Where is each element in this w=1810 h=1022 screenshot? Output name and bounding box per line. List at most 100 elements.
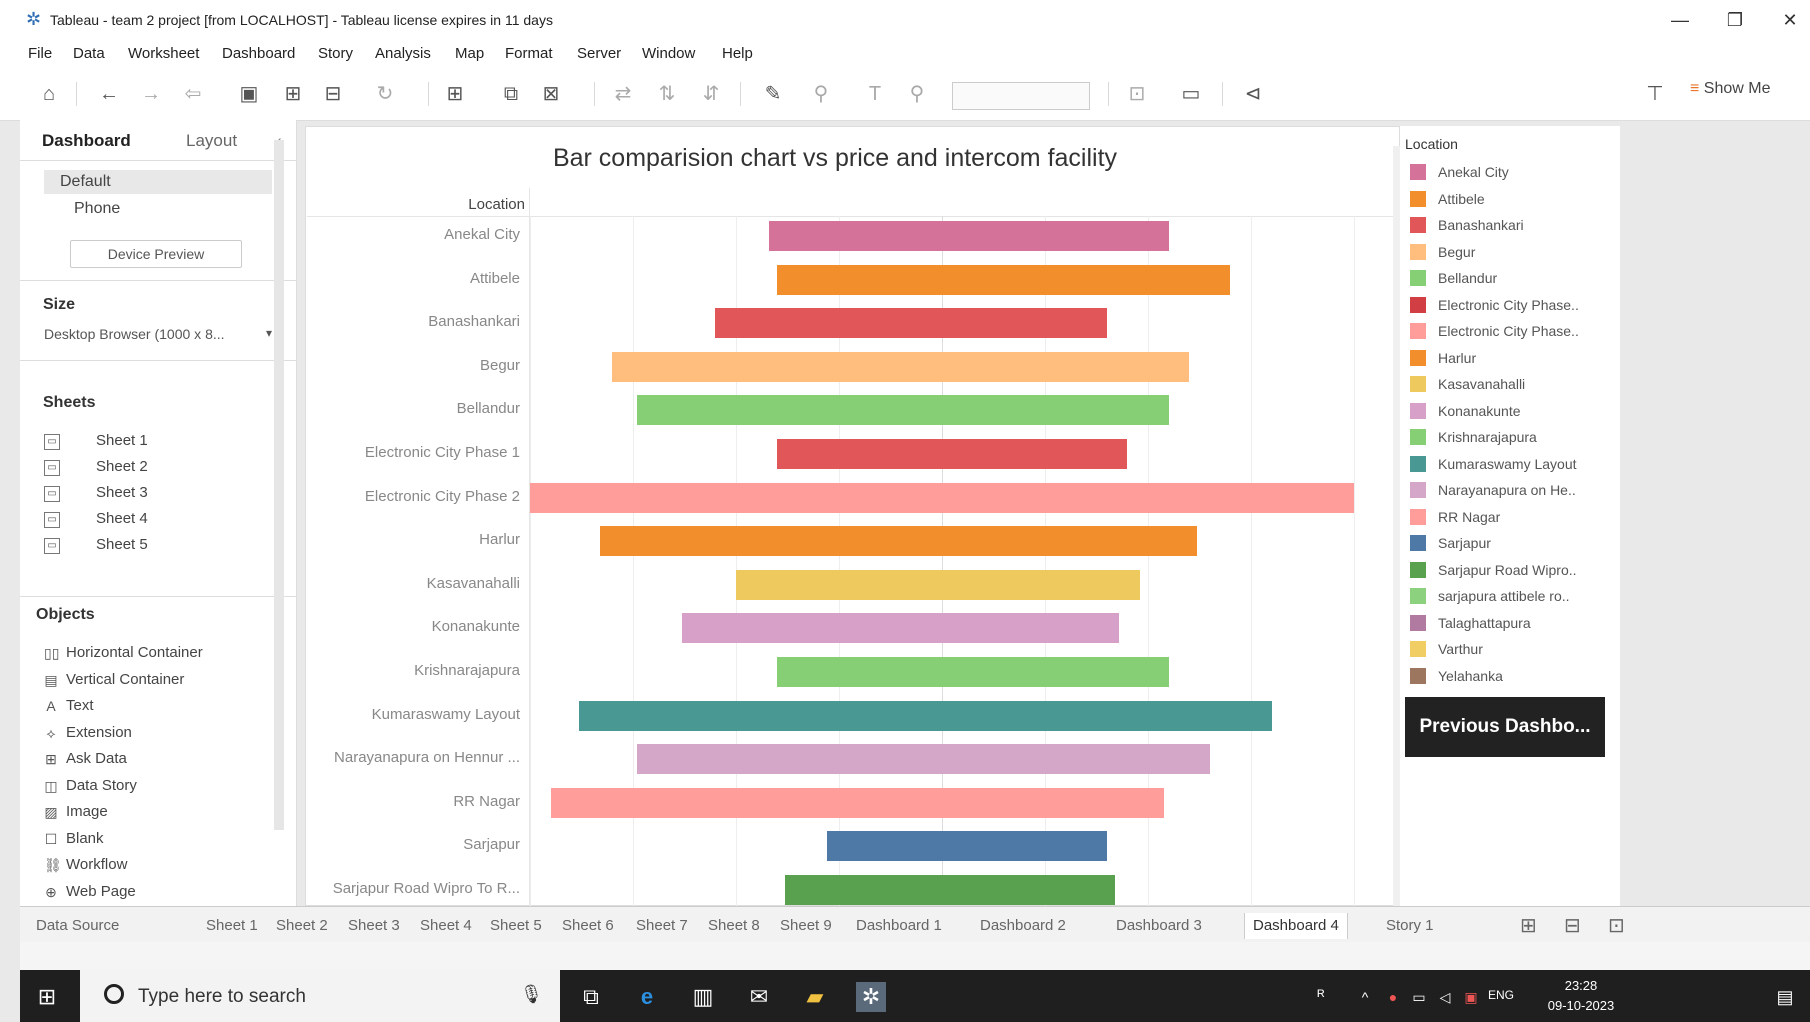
highlight-icon[interactable]: ✎ — [760, 82, 786, 106]
object-item[interactable]: Horizontal Container — [66, 644, 203, 661]
microphone-icon[interactable]: 🎙 — [520, 984, 543, 1005]
sheet-tab[interactable]: Sheet 9 — [772, 913, 840, 939]
sort-ascending-icon[interactable]: ⇅ — [654, 82, 680, 106]
bar[interactable] — [600, 526, 1198, 557]
sheet-tab[interactable]: Story 1 — [1378, 913, 1442, 939]
sheet-tab[interactable]: Data Source — [28, 913, 127, 939]
undo-icon[interactable]: ⇦ — [180, 82, 206, 106]
mail-icon[interactable]: ✉ — [744, 982, 774, 1012]
sheet-tab[interactable]: Sheet 5 — [482, 913, 550, 939]
object-item[interactable]: Extension — [66, 724, 132, 741]
object-item[interactable]: Ask Data — [66, 750, 127, 767]
object-item[interactable]: Text — [66, 697, 94, 714]
menu-worksheet[interactable]: Worksheet — [128, 45, 199, 62]
menu-map[interactable]: Map — [455, 45, 484, 62]
fit-dropdown[interactable] — [952, 82, 1090, 110]
object-item[interactable]: Image — [66, 803, 108, 820]
share-icon[interactable]: ⊲ — [1240, 82, 1266, 106]
menu-server[interactable]: Server — [577, 45, 621, 62]
bar[interactable] — [785, 875, 1116, 905]
show-hidden-icons-chevron-icon[interactable]: ^ — [1350, 982, 1380, 1012]
store-icon[interactable]: ▥ — [688, 982, 718, 1012]
group-icon[interactable]: ⚲ — [808, 82, 834, 106]
clock-time[interactable]: 23:28 — [1536, 978, 1626, 993]
action-center-icon[interactable]: ▤ — [1770, 982, 1800, 1012]
pin-toolbar-icon[interactable]: ⊤ — [1642, 82, 1668, 106]
new-dashboard-tab-icon[interactable]: ⊟ — [1564, 913, 1581, 939]
menu-window[interactable]: Window — [642, 45, 695, 62]
menu-story[interactable]: Story — [318, 45, 353, 62]
bar[interactable] — [637, 744, 1210, 775]
bar[interactable] — [777, 657, 1169, 687]
minimize-button[interactable]: — — [1660, 6, 1700, 34]
sheet-tab[interactable]: Sheet 7 — [628, 913, 696, 939]
size-dropdown[interactable]: Desktop Browser (1000 x 8... — [44, 326, 225, 342]
chevron-down-icon[interactable]: ▾ — [266, 326, 272, 340]
edge-browser-icon[interactable]: e — [632, 982, 662, 1012]
maximize-button[interactable]: ❐ — [1715, 6, 1755, 34]
refresh-icon[interactable]: ↻ — [372, 82, 398, 106]
sheet-list-item[interactable]: Sheet 4 — [96, 510, 148, 527]
device-default[interactable]: Default — [60, 173, 111, 191]
device-preview-button[interactable]: Device Preview — [70, 240, 242, 268]
sheet-tab[interactable]: Sheet 4 — [412, 913, 480, 939]
clear-sheet-icon[interactable]: ⊠ — [538, 82, 564, 106]
sheet-tab[interactable]: Sheet 6 — [554, 913, 622, 939]
menu-dashboard[interactable]: Dashboard — [222, 45, 295, 62]
notification-badge-icon[interactable]: ▣ — [1456, 982, 1486, 1012]
bar[interactable] — [736, 569, 1140, 600]
clock-date[interactable]: 09-10-2023 — [1536, 998, 1626, 1013]
new-story-tab-icon[interactable]: ⊡ — [1608, 913, 1625, 939]
bar[interactable] — [682, 613, 1120, 644]
pin-icon[interactable]: ⚲ — [904, 82, 930, 106]
sheet-tab[interactable]: Dashboard 1 — [848, 913, 950, 939]
bar[interactable] — [637, 395, 1169, 426]
bar[interactable] — [777, 264, 1231, 295]
menu-analysis[interactable]: Analysis — [375, 45, 431, 62]
canvas-scrollbar[interactable] — [1393, 146, 1400, 906]
forward-icon[interactable]: → — [138, 82, 164, 106]
sheet-tab[interactable]: Dashboard 3 — [1108, 913, 1210, 939]
sheet-list-item[interactable]: Sheet 2 — [96, 458, 148, 475]
sheet-tab[interactable]: Sheet 2 — [268, 913, 336, 939]
tableau-taskbar-icon[interactable]: ✲ — [856, 982, 886, 1012]
tab-layout[interactable]: Layout — [186, 126, 237, 156]
file-explorer-icon[interactable]: ▰ — [800, 982, 830, 1012]
bar[interactable] — [530, 482, 1354, 513]
sheet-list-item[interactable]: Sheet 1 — [96, 432, 148, 449]
sheet-list-item[interactable]: Sheet 5 — [96, 536, 148, 553]
menu-help[interactable]: Help — [722, 45, 753, 62]
menu-data[interactable]: Data — [73, 45, 105, 62]
object-item[interactable]: Web Page — [66, 883, 136, 900]
taskbar-search-box[interactable]: Type here to search 🎙 — [80, 970, 560, 1022]
bar[interactable] — [715, 308, 1107, 339]
sheet-tab[interactable]: Sheet 8 — [700, 913, 768, 939]
menu-file[interactable]: File — [28, 45, 52, 62]
sheet-list-item[interactable]: Sheet 3 — [96, 484, 148, 501]
object-item[interactable]: Data Story — [66, 777, 137, 794]
new-worksheet-icon[interactable]: ⊞ — [442, 82, 468, 106]
sheet-tab[interactable]: Sheet 3 — [340, 913, 408, 939]
swap-icon[interactable]: ⇄ — [610, 82, 636, 106]
object-item[interactable]: Workflow — [66, 856, 127, 873]
bar[interactable] — [550, 787, 1165, 818]
bar[interactable] — [777, 439, 1128, 469]
task-view-icon[interactable]: ⧉ — [576, 982, 606, 1012]
new-sheet-icon[interactable]: ⊟ — [320, 82, 346, 106]
bar[interactable] — [768, 221, 1169, 251]
labels-icon[interactable]: T — [862, 82, 888, 106]
show-cards-icon[interactable]: ⊡ — [1124, 82, 1150, 106]
device-phone[interactable]: Phone — [74, 200, 120, 218]
close-button[interactable]: ✕ — [1770, 6, 1810, 34]
object-item[interactable]: Vertical Container — [66, 671, 184, 688]
sheet-tab[interactable]: Dashboard 2 — [972, 913, 1074, 939]
object-item[interactable]: Blank — [66, 830, 104, 847]
bar[interactable] — [612, 351, 1190, 382]
duplicate-icon[interactable]: ⧉ — [498, 82, 524, 106]
menu-format[interactable]: Format — [505, 45, 553, 62]
save-icon[interactable]: ▣ — [236, 82, 262, 106]
language-indicator[interactable]: ENG — [1488, 988, 1514, 1002]
sheet-tab[interactable]: Sheet 1 — [198, 913, 266, 939]
previous-dashboard-button[interactable]: Previous Dashbo... — [1405, 697, 1605, 757]
presentation-icon[interactable]: ▭ — [1178, 82, 1204, 106]
